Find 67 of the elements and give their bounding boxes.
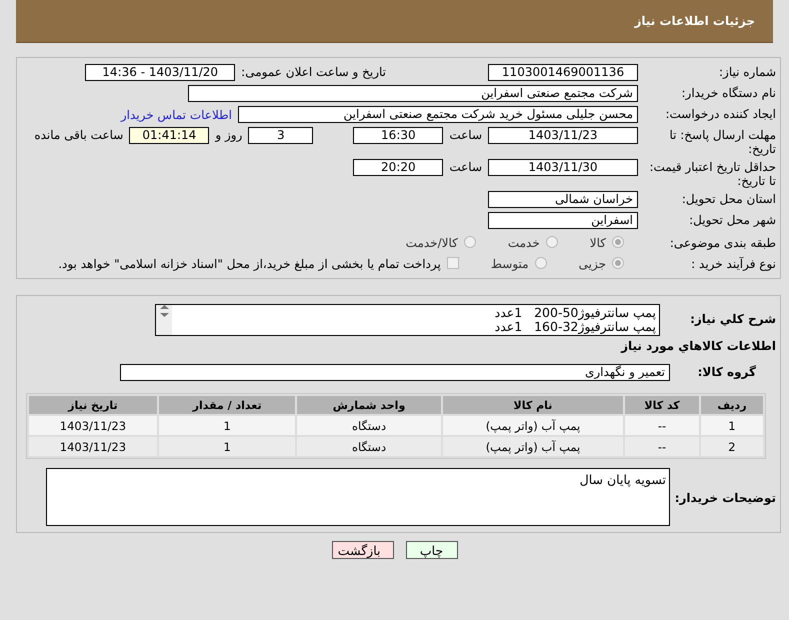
field-label: مهلت ارسال پاسخ: تا تاریخ: [668, 127, 776, 156]
table-cell: -- [625, 437, 699, 456]
value-field: شرکت مجتمع صنعتی اسفراین [188, 85, 638, 102]
radio-button[interactable] [546, 236, 558, 248]
field-label: استان محل تحویل: [680, 191, 776, 206]
field-label: حداقل تاریخ اعتبار قیمت: تا تاریخ: [648, 159, 776, 188]
value-field: اسفراین [488, 212, 638, 229]
option-label: خدمت [508, 234, 540, 250]
payment-note: پرداخت تمام یا بخشی از مبلغ خرید،از محل "اسناد خزانه اسلامی" خواهد بود. [58, 256, 441, 270]
table-cell: 1403/11/23 [29, 437, 157, 456]
field-label: ساعت باقی مانده [34, 127, 124, 142]
field-label: ساعت [449, 159, 482, 174]
option-label: کالا/خدمت [406, 234, 458, 250]
table-cell: دستگاه [297, 437, 441, 456]
value-field: خراسان شمالی [488, 191, 638, 208]
value-field: 20:20 [353, 159, 444, 176]
radio-button[interactable] [612, 236, 624, 248]
table-cell: پمپ آب (واتر پمپ) [442, 437, 624, 456]
value-field: محسن جلیلی مسئول خرید شرکت مجتمع صنعتی اسفراین [238, 106, 638, 123]
value-field: 1403/11/30 [488, 159, 638, 176]
column-header: واحد شمارش [297, 396, 441, 414]
field-label: ساعت [449, 127, 482, 142]
value-field: 1403/11/23 [488, 127, 638, 144]
page-title: جزئیات اطلاعات نیاز [634, 14, 755, 28]
option-label: متوسط [490, 256, 529, 270]
value-field: 16:30 [353, 127, 444, 144]
field-label: روز و [215, 127, 242, 142]
radio-button[interactable] [534, 257, 547, 269]
table-cell: 1 [158, 416, 296, 435]
column-header: تعداد / مقدار [158, 396, 296, 414]
column-header: نام کالا [442, 396, 624, 414]
back-button[interactable]: بازگشت [332, 541, 394, 559]
table-cell: دستگاه [297, 416, 441, 435]
value-field: 3 [248, 127, 314, 144]
radio-button[interactable] [464, 236, 476, 248]
table-cell: -- [625, 416, 699, 435]
radio-button[interactable] [612, 257, 624, 269]
field-label: طبقه بندی موضوعی: [668, 234, 776, 250]
field-label: تاریخ و ساعت اعلان عمومی: [241, 64, 386, 79]
countdown-field: 01:41:14 [129, 127, 210, 144]
table-cell: 1 [158, 437, 296, 456]
print-button[interactable]: چاپ [406, 541, 458, 559]
field-label: ایجاد کننده درخواست: [664, 106, 776, 121]
section-heading: اطلاعات کالاهاي مورد نياز [620, 339, 776, 355]
checkbox[interactable] [446, 257, 459, 269]
column-header: ردیف [700, 396, 763, 414]
notes-box[interactable]: تسویه پایان سال [46, 468, 670, 526]
column-header: کد کالا [625, 396, 699, 414]
column-header: تاریخ نیاز [29, 396, 157, 414]
field-label: نوع فرآیند خرید : [690, 256, 776, 270]
field-label: شماره نیاز: [718, 64, 776, 79]
field-label: شرح کلي نياز: [689, 311, 776, 326]
buyer-contact-link[interactable]: اطلاعات تماس خریدار [120, 106, 232, 122]
value-field: 1103001469001136 [488, 64, 638, 81]
value-field: 1403/11/20 - 14:36 [85, 64, 236, 81]
option-label: کالا [590, 234, 606, 250]
table-cell: پمپ آب (واتر پمپ) [442, 416, 624, 435]
option-label: جزیی [578, 256, 606, 270]
field-label: شهر محل تحویل: [688, 212, 776, 227]
table-cell: 1 [700, 416, 763, 435]
scroll-arrows-icon[interactable] [160, 305, 168, 317]
table-cell: 1403/11/23 [29, 416, 157, 435]
description-box[interactable]: پمپ سانترفیوژ50-200 1عدد پمپ سانترفیوژ32-160 1عدد [155, 304, 660, 336]
value-field: تعمیر و نگهداری [120, 364, 670, 381]
field-label: نام دستگاه خریدار: [680, 85, 776, 100]
table-cell: 2 [700, 437, 763, 456]
field-label: گروه کالا: [696, 364, 757, 379]
